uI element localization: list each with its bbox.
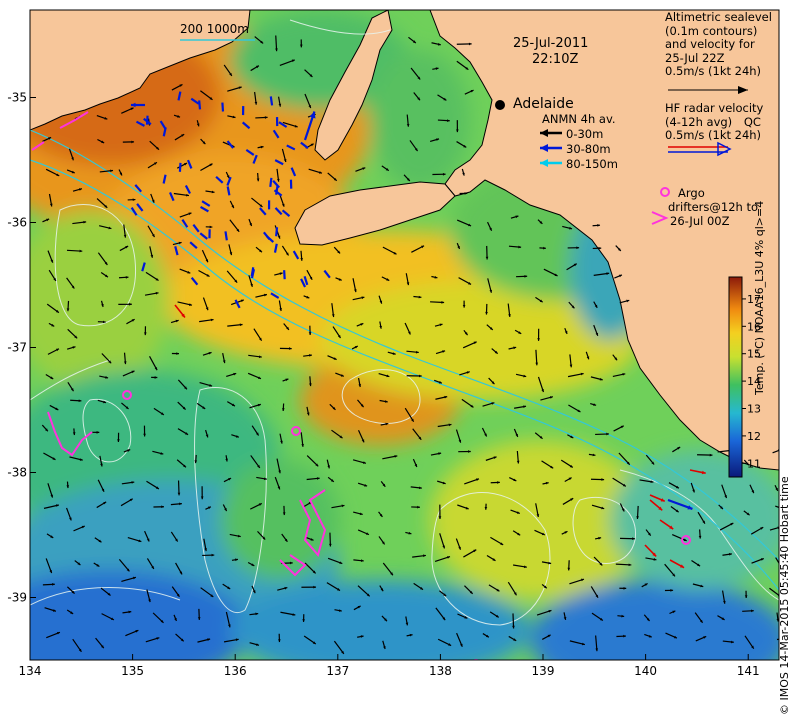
colorbar-tick-label: 11: [747, 457, 761, 470]
lat-tick-label: -36: [7, 216, 27, 230]
altimetric-legend-line: 25-Jul 22Z: [665, 52, 772, 66]
argo-legend-line: 26-Jul 00Z: [670, 214, 729, 228]
anmn-vector: [222, 103, 223, 112]
argo-legend-title: Argo: [678, 186, 705, 200]
lon-tick-label: 140: [634, 664, 657, 678]
argo-float-marker: [472, 660, 480, 668]
scale-bar-label: 200 1000m: [180, 22, 249, 36]
adelaide-marker: [495, 100, 505, 110]
anmn-vector: [252, 267, 254, 276]
lon-tick-label: 139: [532, 664, 555, 678]
anmn-vector: [180, 163, 181, 172]
lon-tick-label: 135: [121, 664, 144, 678]
altimetric-legend-line: Altimetric sealevel: [665, 11, 772, 25]
lon-tick-label: 138: [429, 664, 452, 678]
lat-tick-label: -37: [7, 341, 27, 355]
anmn-legend-item: 80-150m: [566, 157, 618, 171]
hf-radar-legend: HF radar velocity (4-12h avg) QC 0.5m/s …: [665, 102, 763, 143]
map-date: 25-Jul-2011: [513, 37, 588, 51]
lon-tick-label: 134: [19, 664, 42, 678]
hf-radar-legend-line: (4-12h avg) QC: [665, 116, 763, 130]
argo-float-marker: [261, 672, 269, 680]
city-label-adelaide: Adelaide: [513, 97, 574, 111]
altimetric-legend-line: (0.1m contours): [665, 25, 772, 39]
anmn-vector: [271, 96, 272, 105]
map-time: 22:10Z: [532, 53, 578, 67]
altimetric-legend-line: 0.5m/s (1kt 24h): [665, 65, 772, 79]
hf-radar-legend-line: HF radar velocity: [665, 102, 763, 116]
hf-radar-legend-line: 0.5m/s (1kt 24h): [665, 129, 763, 143]
lat-tick-label: -35: [7, 91, 27, 105]
lon-tick-label: 137: [326, 664, 349, 678]
anmn-vector: [270, 178, 271, 187]
anmn-vector: [225, 231, 226, 240]
lat-tick-label: -38: [7, 466, 27, 480]
anmn-vector: [276, 227, 277, 236]
anmn-vector: [199, 100, 200, 109]
altimetric-legend: Altimetric sealevel (0.1m contours) and …: [665, 11, 772, 79]
anmn-vector: [276, 186, 277, 195]
copyright-footer: © IMOS 14-Mar-2015 05:45:40 Hobart time: [778, 476, 791, 715]
altimetric-legend-line: and velocity for: [665, 38, 772, 52]
colorbar-gradient: [729, 277, 742, 477]
hf-radar-qc: QC: [744, 115, 761, 129]
colorbar-label: Temp. (°C) NOAA16_L3U 4% ql>=4: [753, 201, 766, 395]
lon-tick-label: 136: [224, 664, 247, 678]
colorbar-tick-label: 12: [747, 430, 761, 443]
lon-tick-label: 141: [737, 664, 760, 678]
colorbar-tick-label: 13: [747, 403, 761, 416]
argo-legend-line: drifters@12h to: [668, 200, 758, 214]
anmn-vector: [284, 270, 285, 279]
anmn-legend-title: ANMN 4h av.: [542, 112, 616, 126]
sst-map-figure: 11121314151617 134135136137138139140141 …: [0, 0, 800, 720]
anmn-legend-item: 0-30m: [566, 127, 603, 141]
lat-tick-label: -39: [7, 591, 27, 605]
anmn-legend-item: 30-80m: [566, 142, 611, 156]
